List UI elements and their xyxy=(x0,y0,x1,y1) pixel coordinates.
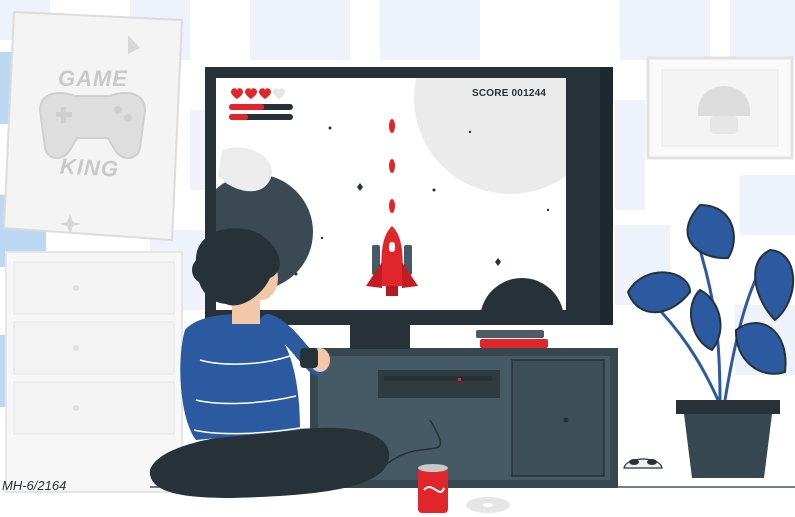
drawer-cabinet xyxy=(5,251,183,493)
mushroom-frame xyxy=(646,56,794,160)
image-id-label: MH-6/2164 xyxy=(2,478,67,493)
game-king-poster xyxy=(2,10,184,242)
poster-title-top: GAME xyxy=(58,66,128,91)
floor-controller xyxy=(623,458,663,469)
game-console-stack xyxy=(476,330,548,348)
score-display: SCORE 001244 xyxy=(472,88,547,99)
energy-bar xyxy=(229,114,293,120)
health-bar xyxy=(229,104,293,110)
poster-title-bottom: KING xyxy=(59,153,120,182)
soda-can xyxy=(418,464,448,513)
